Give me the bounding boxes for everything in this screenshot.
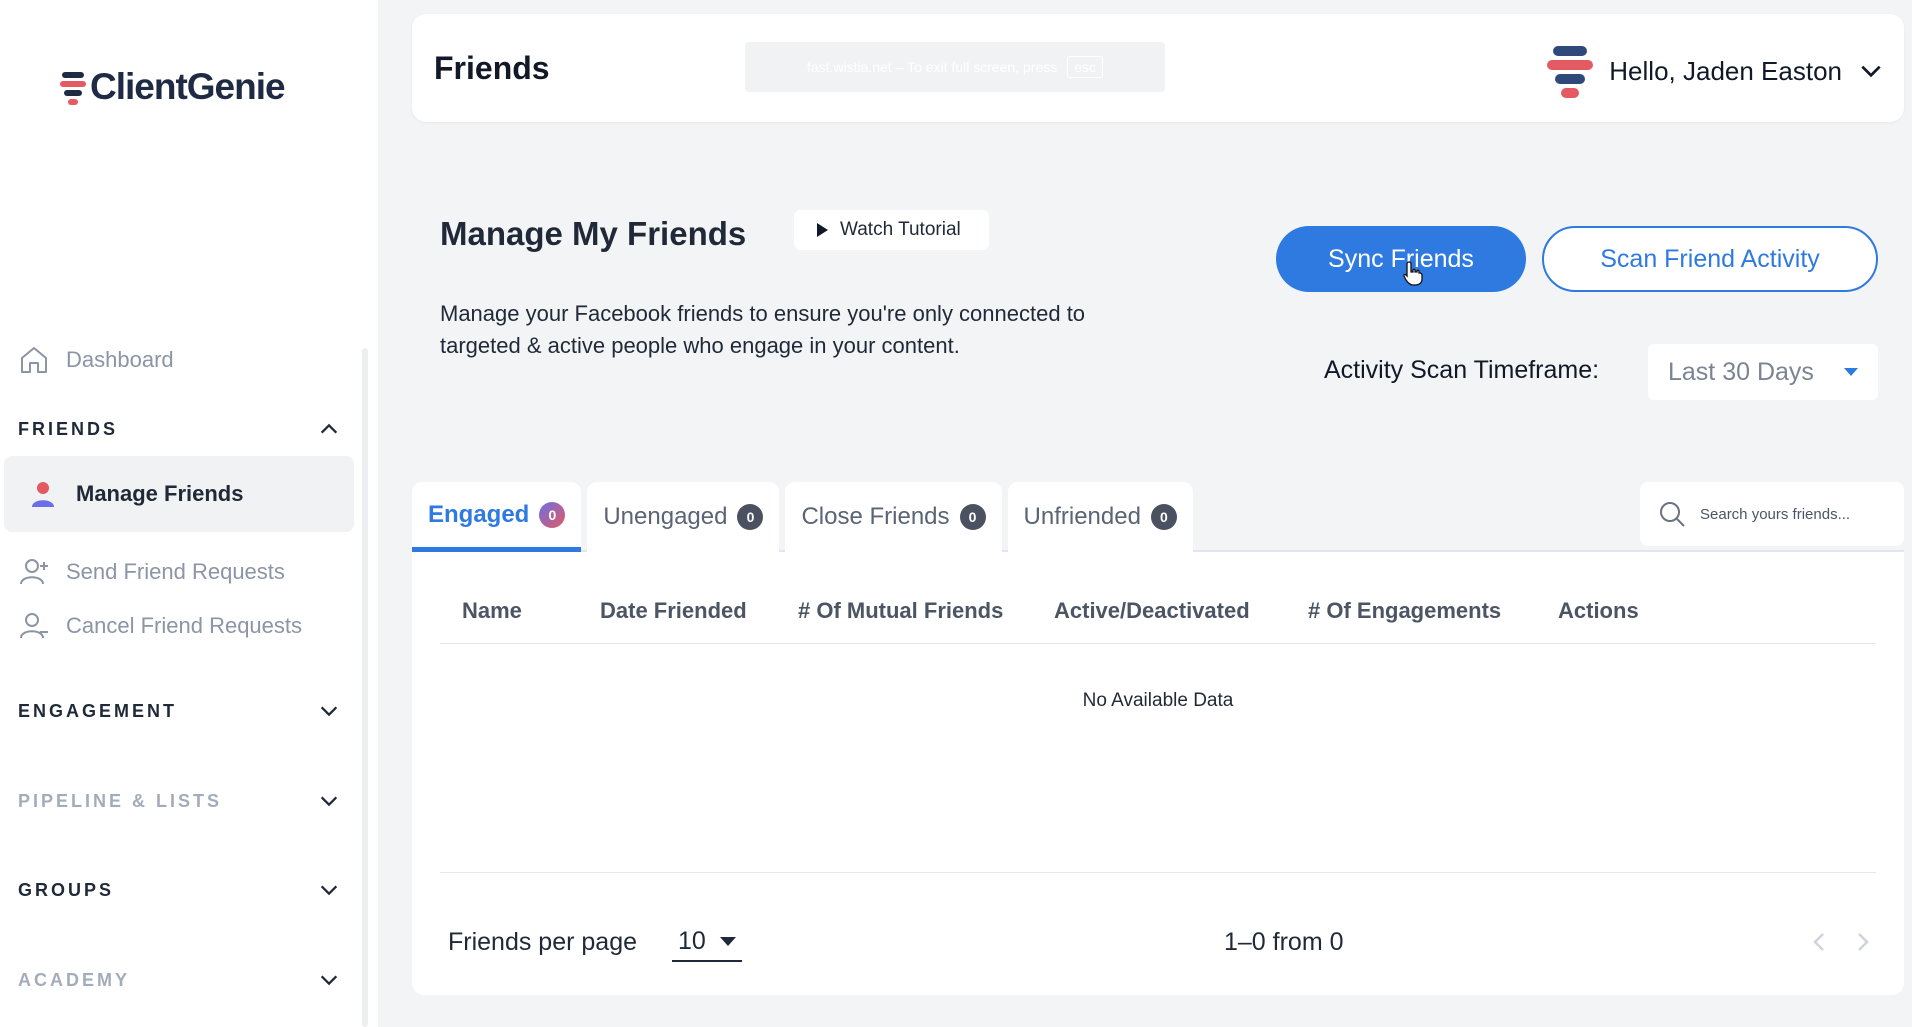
top-header: Friends fast.wistia.net – To exit full s… xyxy=(412,14,1904,122)
section-engagement[interactable]: ENGAGEMENT xyxy=(18,700,340,722)
column-header[interactable]: Active/Deactivated xyxy=(1054,598,1250,624)
sidebar-item-cancel-friend-requests[interactable]: Cancel Friend Requests xyxy=(18,610,302,642)
caret-down-icon xyxy=(1844,368,1858,376)
sidebar-item-label: Dashboard xyxy=(66,347,174,372)
tab-unengaged[interactable]: Unengaged 0 xyxy=(587,482,780,552)
page-description: Manage your Facebook friends to ensure y… xyxy=(440,301,1086,358)
chevron-right-icon[interactable] xyxy=(1850,930,1874,954)
fullscreen-key: esc xyxy=(1067,56,1104,78)
search-icon xyxy=(1660,502,1685,527)
friends-table: Name Date Friended # Of Mutual Friends A… xyxy=(412,552,1904,995)
tab-unfriended[interactable]: Unfriended 0 xyxy=(1007,482,1193,552)
sidebar-item-label: Manage Friends xyxy=(76,481,244,506)
section-label: ENGAGEMENT xyxy=(18,700,178,721)
genie-avatar-icon xyxy=(1547,42,1594,100)
section-academy[interactable]: ACADEMY xyxy=(18,969,340,991)
count-badge: 0 xyxy=(1150,504,1177,530)
tab-label: Unengaged xyxy=(603,503,728,530)
pagination-controls xyxy=(1808,930,1874,954)
play-icon xyxy=(817,223,828,237)
logo-text: ClientGenie xyxy=(90,66,286,107)
watch-tutorial-button[interactable]: Watch Tutorial xyxy=(794,210,989,250)
section-label: FRIENDS xyxy=(18,418,119,439)
tab-engaged[interactable]: Engaged 0 xyxy=(412,482,582,552)
sidebar-scrollbar[interactable] xyxy=(362,348,368,1027)
sidebar-item-send-friend-requests[interactable]: Send Friend Requests xyxy=(18,556,285,588)
tab-label: Close Friends xyxy=(801,503,950,530)
user-menu[interactable]: Hello, Jaden Easton xyxy=(1547,42,1884,100)
tab-close-friends[interactable]: Close Friends 0 xyxy=(785,482,1002,552)
chevron-left-icon[interactable] xyxy=(1808,930,1832,954)
main-content: Manage My Friends Watch Tutorial Manage … xyxy=(412,150,1904,995)
user-plus-icon xyxy=(20,559,48,585)
caret-down-icon xyxy=(720,936,736,946)
sidebar-item-dashboard[interactable]: Dashboard xyxy=(18,344,174,376)
column-header[interactable]: Date Friended xyxy=(600,598,747,624)
sidebar-item-label: Send Friend Requests xyxy=(66,559,285,584)
chevron-down-icon xyxy=(320,796,338,807)
count-badge: 0 xyxy=(737,504,764,530)
section-groups[interactable]: GROUPS xyxy=(18,879,340,901)
chevron-down-icon xyxy=(320,975,338,986)
timeframe-select[interactable]: Last 30 Days xyxy=(1648,344,1878,400)
count-badge: 0 xyxy=(539,501,566,528)
user-minus-icon xyxy=(20,613,48,639)
section-title: Manage My Friends xyxy=(440,215,747,252)
count-badge: 0 xyxy=(959,504,986,530)
section-label: GROUPS xyxy=(18,879,115,900)
tab-label: Unfriended xyxy=(1023,503,1141,530)
section-label: PIPELINE & LISTS xyxy=(18,790,223,811)
sidebar-item-manage-friends[interactable]: Manage Friends xyxy=(4,456,354,532)
sidebar-item-label: Cancel Friend Requests xyxy=(66,613,303,638)
scan-friend-activity-button[interactable]: Scan Friend Activity xyxy=(1542,226,1878,292)
column-header[interactable]: Actions xyxy=(1558,598,1639,624)
sidebar: ClientGenie Dashboard FRIENDS Manage Fri… xyxy=(0,0,378,1027)
tab-label: Engaged xyxy=(428,500,530,528)
chevron-down-icon xyxy=(320,885,338,896)
search-friends-input[interactable]: Search yours friends... xyxy=(1640,482,1904,546)
table-divider xyxy=(440,872,1876,873)
per-page-select[interactable]: 10 xyxy=(672,922,742,962)
sync-friends-button[interactable]: Sync Friends xyxy=(1276,226,1526,292)
home-icon xyxy=(21,347,47,373)
timeframe-value: Last 30 Days xyxy=(1668,357,1814,386)
column-header[interactable]: # Of Engagements xyxy=(1308,598,1501,624)
tab-bar: Engaged 0 Unengaged 0 Close Friends 0 Un… xyxy=(412,482,1193,552)
section-label: ACADEMY xyxy=(18,969,131,990)
timeframe-label: Activity Scan Timeframe: xyxy=(1324,356,1600,384)
fullscreen-notice-text: fast.wistia.net – To exit full screen, p… xyxy=(806,59,1058,75)
page-title: Friends xyxy=(434,50,550,86)
table-header: Name Date Friended # Of Mutual Friends A… xyxy=(440,598,1876,644)
hand-cursor-icon xyxy=(1403,261,1423,286)
fullscreen-notice: fast.wistia.net – To exit full screen, p… xyxy=(745,42,1165,92)
column-header[interactable]: Name xyxy=(462,598,522,624)
section-friends[interactable]: FRIENDS xyxy=(18,418,340,440)
pagination-range: 1–0 from 0 xyxy=(1224,928,1344,956)
chevron-down-icon xyxy=(1861,65,1881,78)
empty-state: No Available Data xyxy=(1082,690,1234,711)
user-icon xyxy=(32,482,54,507)
genie-logo-icon xyxy=(60,68,86,106)
chevron-up-icon xyxy=(320,423,338,434)
per-page-label: Friends per page xyxy=(448,928,638,956)
per-page-value: 10 xyxy=(678,926,706,955)
search-placeholder: Search yours friends... xyxy=(1700,505,1851,523)
watch-tutorial-label: Watch Tutorial xyxy=(840,219,961,240)
logo[interactable]: ClientGenie xyxy=(60,66,286,108)
chevron-down-icon xyxy=(320,706,338,717)
section-pipeline-lists[interactable]: PIPELINE & LISTS xyxy=(18,790,340,812)
column-header[interactable]: # Of Mutual Friends xyxy=(798,598,1003,624)
user-greeting: Hello, Jaden Easton xyxy=(1609,55,1842,86)
